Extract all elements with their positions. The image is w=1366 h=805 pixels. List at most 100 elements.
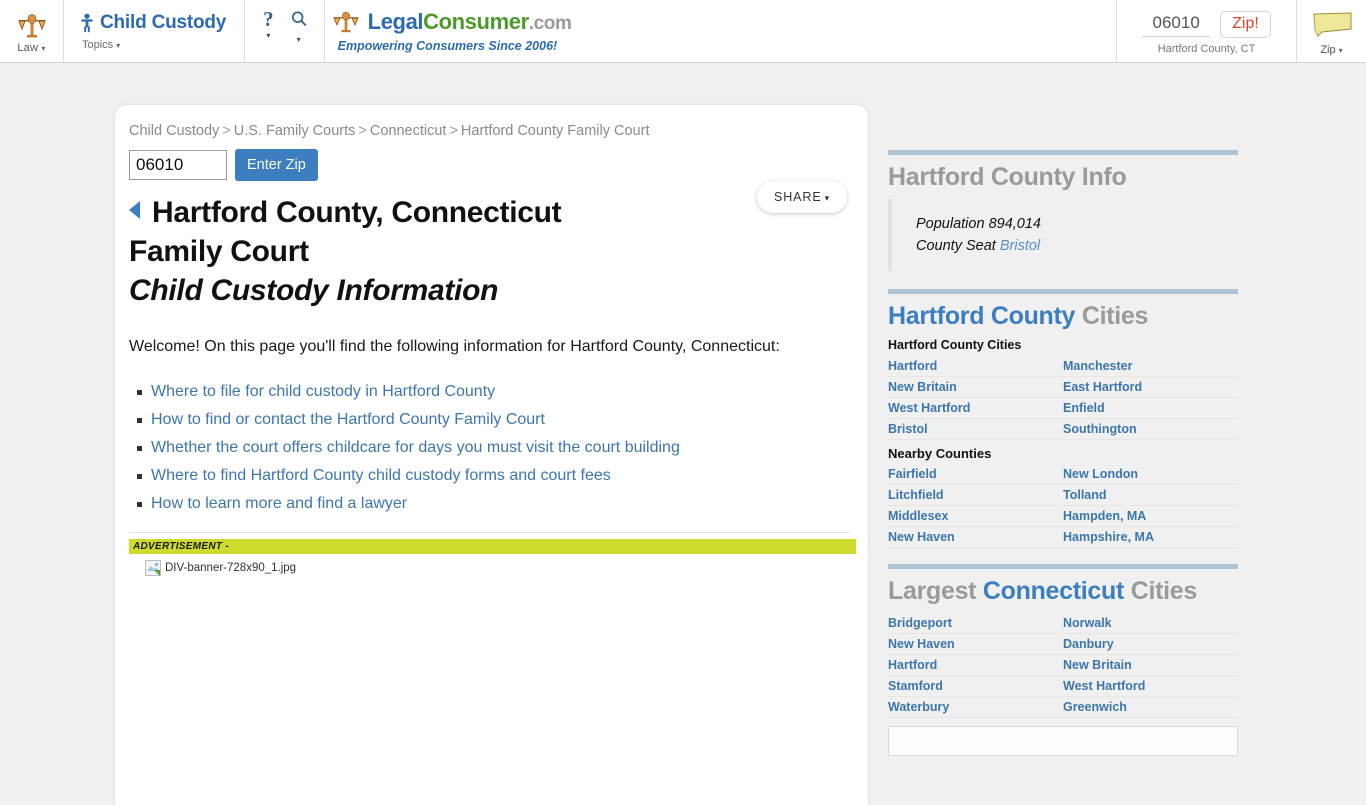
table-row: Hartford Manchester	[888, 356, 1238, 377]
search-menu[interactable]: ▾	[290, 9, 308, 44]
site-logo[interactable]: LegalConsumer.com Empowering Consumers S…	[325, 0, 586, 62]
table-cell: Middlesex	[888, 505, 1063, 527]
breadcrumb-separator: >	[449, 123, 458, 139]
county-link[interactable]: Middlesex	[888, 509, 948, 523]
largest-cities-heading: Largest Connecticut Cities	[888, 575, 1238, 607]
zip-input[interactable]	[129, 150, 227, 180]
table-cell: West Hartford	[1063, 675, 1238, 697]
table-row: New Haven Hampshire, MA	[888, 526, 1238, 548]
help-menu[interactable]: ? ▾	[263, 9, 274, 40]
county-cities-table: Hartford Manchester New Britain East Har…	[888, 356, 1238, 548]
county-link[interactable]: Hampshire, MA	[1063, 530, 1154, 544]
topic-link-3[interactable]: Where to find Hartford County child cust…	[151, 467, 611, 484]
header-zip-input[interactable]	[1142, 11, 1211, 37]
nav-topics-menu[interactable]: Topics ▾	[82, 39, 226, 51]
table-cell: New Britain	[1063, 654, 1238, 676]
topic-link-0[interactable]: Where to file for child custody in Hartf…	[151, 383, 495, 400]
chevron-down-icon: ▾	[1338, 46, 1343, 55]
nav-utility-icons: ? ▾ ▾	[245, 0, 325, 62]
county-link[interactable]: Litchfield	[888, 488, 944, 502]
table-cell: New Britain	[888, 376, 1063, 398]
county-info-heading: Hartford County Info	[888, 163, 1127, 191]
city-link[interactable]: Manchester	[1063, 359, 1132, 373]
topic-link-2[interactable]: Whether the court offers childcare for d…	[151, 439, 680, 456]
city-link[interactable]: New Haven	[888, 637, 955, 651]
page-title: Hartford County, Connecticut Family Cour…	[129, 193, 850, 310]
county-link[interactable]: New London	[1063, 467, 1138, 481]
breadcrumb: Child Custody > U.S. Family Courts > Connect…	[129, 123, 850, 139]
table-row: Stamford West Hartford	[888, 675, 1238, 697]
sidebar-bottom-box	[888, 726, 1238, 756]
county-seat-link[interactable]: Bristol	[1000, 238, 1040, 254]
city-link[interactable]: Enfield	[1063, 401, 1105, 415]
breadcrumb-item-3[interactable]: Hartford County Family Court	[461, 123, 650, 139]
city-link[interactable]: Waterbury	[888, 700, 949, 714]
enter-zip-button[interactable]: Enter Zip	[235, 149, 318, 181]
table-cell: East Hartford	[1063, 376, 1238, 398]
breadcrumb-item-0[interactable]: Child Custody	[129, 123, 219, 139]
city-link[interactable]: Danbury	[1063, 637, 1114, 651]
county-link[interactable]: Hampden, MA	[1063, 509, 1146, 523]
list-item: Where to file for child custody in Hartf…	[137, 378, 850, 406]
city-link[interactable]: Hartford	[888, 658, 937, 672]
city-link[interactable]: West Hartford	[1063, 679, 1145, 693]
city-link[interactable]: Hartford	[888, 359, 937, 373]
city-link[interactable]: East Hartford	[1063, 380, 1142, 394]
nav-practice-area[interactable]: Child Custody Topics ▾	[64, 0, 246, 62]
header-zip-submit-button[interactable]: Zip!	[1220, 10, 1271, 38]
main-content-card: Child Custody > U.S. Family Courts > Connect…	[115, 105, 868, 805]
county-cities-heading: Hartford County Cities	[888, 300, 1238, 332]
table-cell: Manchester	[1063, 356, 1238, 377]
share-button[interactable]: SHARE ▾	[757, 181, 847, 213]
table-row: New Britain East Hartford	[888, 376, 1238, 398]
scales-of-justice-icon	[331, 11, 361, 34]
city-link[interactable]: West Hartford	[888, 401, 970, 415]
nav-law-menu[interactable]: Law ▾	[0, 0, 64, 62]
city-link[interactable]: Bridgeport	[888, 616, 952, 630]
city-link[interactable]: New Britain	[1063, 658, 1132, 672]
city-link[interactable]: Stamford	[888, 679, 943, 693]
county-cities-caption: Hartford County Cities	[888, 338, 1022, 352]
breadcrumb-item-2[interactable]: Connecticut	[370, 123, 447, 139]
topic-link-1[interactable]: How to find or contact the Hartford Coun…	[151, 411, 545, 428]
county-link[interactable]: Tolland	[1063, 488, 1107, 502]
advertisement-image-alt: DIV-banner-728x90_1.jpg	[165, 562, 297, 574]
scales-of-justice-icon	[15, 13, 49, 39]
page-title-line1: Hartford County, Connecticut	[152, 196, 562, 229]
nav-practice-title: Child Custody	[80, 12, 226, 34]
breadcrumb-separator: >	[358, 123, 367, 139]
table-cell: Waterbury	[888, 696, 1063, 718]
topics-list: Where to file for child custody in Hartf…	[129, 378, 850, 518]
city-link[interactable]: Southington	[1063, 422, 1137, 436]
table-cell: Greenwich	[1063, 696, 1238, 718]
advertisement-banner[interactable]: DIV-banner-728x90_1.jpg	[145, 560, 850, 576]
breadcrumb-item-1[interactable]: U.S. Family Courts	[234, 123, 356, 139]
section-rule	[888, 150, 1238, 155]
list-item: How to find or contact the Hartford Coun…	[137, 406, 850, 434]
divider	[129, 532, 850, 533]
topic-link-4[interactable]: How to learn more and find a lawyer	[151, 495, 407, 512]
table-cell: Stamford	[888, 675, 1063, 697]
nearby-counties-label: Nearby Counties	[888, 446, 992, 461]
nav-practice-label: Child Custody	[100, 11, 227, 33]
search-icon	[290, 10, 308, 33]
section-rule	[888, 564, 1238, 569]
city-link[interactable]: Greenwich	[1063, 700, 1127, 714]
chevron-down-icon: ▾	[41, 43, 46, 53]
county-cities-heading-blue: Hartford County	[888, 302, 1076, 330]
county-link[interactable]: Fairfield	[888, 467, 937, 481]
back-triangle-icon[interactable]	[129, 201, 140, 219]
city-link[interactable]: Bristol	[888, 422, 928, 436]
population-value: 894,014	[988, 216, 1041, 232]
county-seat-label: County Seat	[916, 238, 996, 254]
chevron-down-icon: ▾	[296, 35, 301, 44]
state-selector[interactable]: Zip ▾	[1296, 0, 1366, 62]
breadcrumb-separator: >	[222, 123, 231, 139]
largest-cities-heading-part3: Cities	[1130, 577, 1198, 605]
chevron-down-icon: ▾	[266, 31, 271, 40]
city-link[interactable]: New Britain	[888, 380, 957, 394]
county-link[interactable]: New Haven	[888, 530, 955, 544]
city-link[interactable]: Norwalk	[1063, 616, 1112, 630]
chevron-down-icon: ▾	[824, 193, 830, 203]
